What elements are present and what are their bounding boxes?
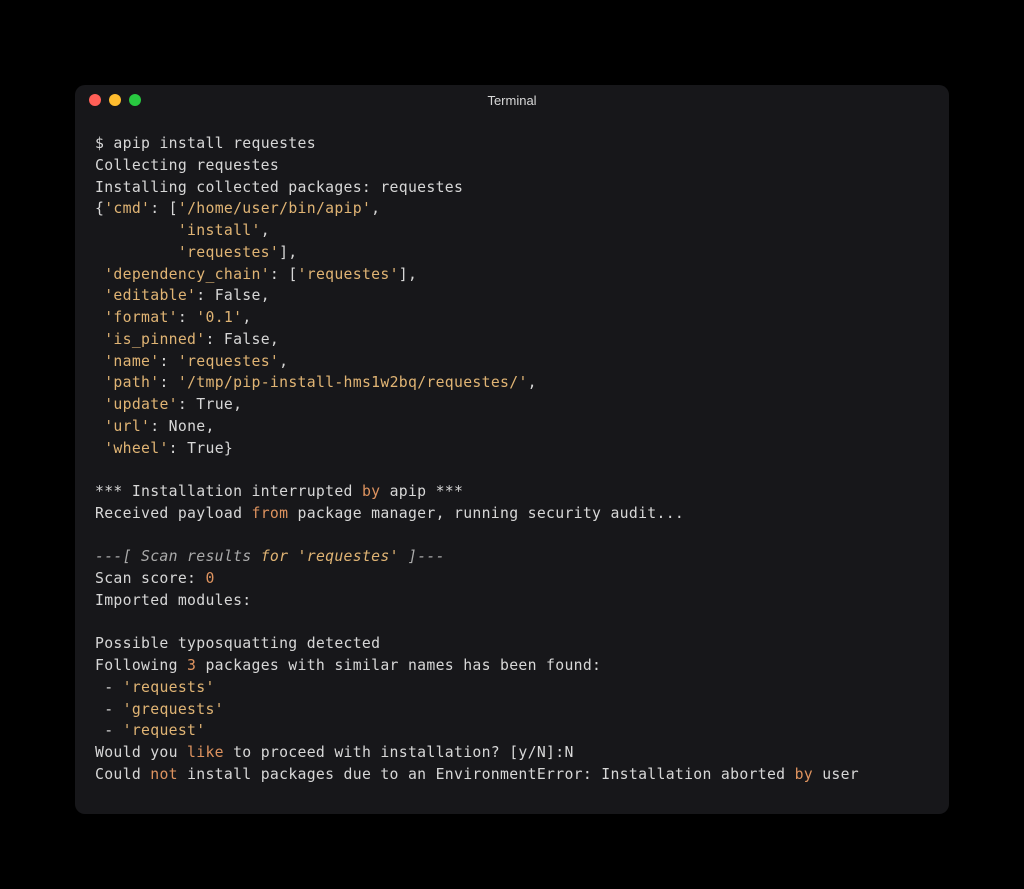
keyword-from: from (251, 505, 288, 522)
titlebar: Terminal (75, 85, 949, 115)
keyword-not: not (150, 766, 178, 783)
dict-key-update: 'update' (104, 396, 178, 413)
terminal-window: Terminal $ apip install requestes Collec… (75, 85, 949, 814)
typo-count: 3 (187, 657, 196, 674)
typo-pkg: 'request' (123, 722, 206, 739)
prompt-symbol: $ (95, 135, 113, 152)
dict-val: None (169, 418, 206, 435)
terminal-body[interactable]: $ apip install requestes Collecting requ… (75, 115, 949, 814)
keyword-like: like (187, 744, 224, 761)
dict-open: { (95, 200, 104, 217)
minimize-icon[interactable] (109, 94, 121, 106)
dict-val: '0.1' (196, 309, 242, 326)
dict-key-format: 'format' (104, 309, 178, 326)
dict-val: True (196, 396, 233, 413)
command-line: apip install requestes (113, 135, 316, 152)
dict-val: 'requestes' (178, 353, 279, 370)
dict-key-url: 'url' (104, 418, 150, 435)
prompt-answer[interactable]: N (564, 744, 573, 761)
output-line: Installing collected packages: requestes (95, 179, 463, 196)
typo-detect: Possible typosquatting detected (95, 635, 380, 652)
dict-key-path: 'path' (104, 374, 159, 391)
dict-val: 'requestes' (178, 244, 279, 261)
interrupt-line: *** Installation interrupted (95, 483, 362, 500)
output-line: Collecting requestes (95, 157, 279, 174)
window-title: Terminal (89, 93, 935, 108)
dict-val: False (215, 287, 261, 304)
dict-val: False (224, 331, 270, 348)
dict-val: True (187, 440, 224, 457)
dict-key-cmd: 'cmd' (104, 200, 150, 217)
keyword-by: by (795, 766, 813, 783)
traffic-lights (89, 94, 141, 106)
scan-score-label: Scan score: (95, 570, 205, 587)
dict-key-wheel: 'wheel' (104, 440, 168, 457)
keyword-by: by (362, 483, 380, 500)
dict-key-dep: 'dependency_chain' (104, 266, 270, 283)
typo-pkg: 'requests' (123, 679, 215, 696)
dict-key-editable: 'editable' (104, 287, 196, 304)
zoom-icon[interactable] (129, 94, 141, 106)
dict-val: '/tmp/pip-install-hms1w2bq/requestes/' (178, 374, 528, 391)
scan-header: ---[ Scan results (95, 548, 261, 565)
dict-close: } (224, 440, 233, 457)
close-icon[interactable] (89, 94, 101, 106)
dict-key-name: 'name' (104, 353, 159, 370)
scan-score-value: 0 (205, 570, 214, 587)
dict-val: 'install' (178, 222, 261, 239)
scan-imports: Imported modules: (95, 592, 251, 609)
typo-pkg: 'grequests' (123, 701, 224, 718)
dict-val: 'requestes' (298, 266, 399, 283)
dict-val: '/home/user/bin/apip' (178, 200, 371, 217)
dict-key-pinned: 'is_pinned' (104, 331, 205, 348)
